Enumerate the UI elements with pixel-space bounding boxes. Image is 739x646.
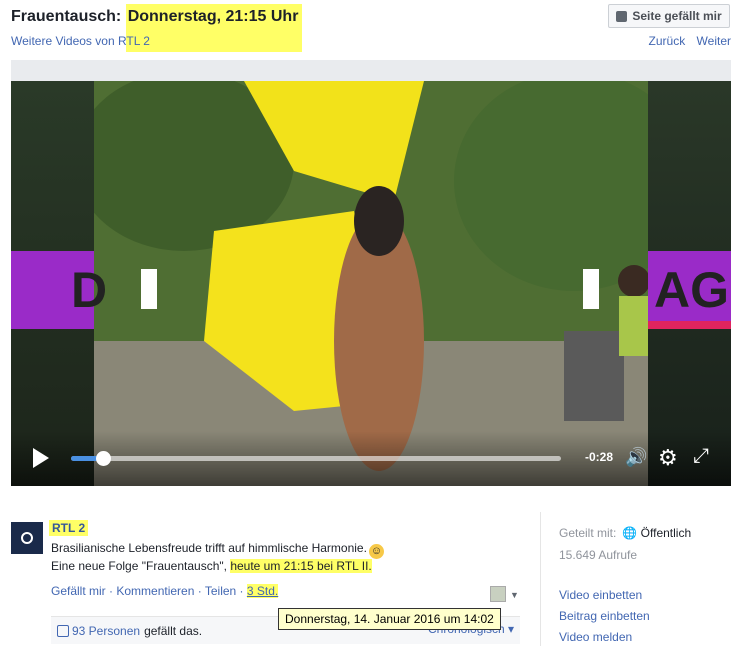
post-description-line1: Brasilianische Lebensfreude trifft auf h…	[51, 541, 384, 559]
like-action[interactable]: Gefällt mir	[51, 584, 106, 598]
nav-back-link[interactable]: Zurück	[649, 34, 686, 48]
view-count: 15.649 Aufrufe	[559, 548, 638, 562]
post-actions: Gefällt mir · Kommentieren · Teilen · 3 …	[51, 584, 279, 598]
likes-count-link[interactable]: 93 Personen	[72, 624, 140, 638]
nav-next-link[interactable]: Weiter	[697, 34, 731, 48]
dancer-scene	[94, 81, 648, 486]
play-icon[interactable]	[33, 448, 49, 468]
share-action[interactable]: Teilen	[205, 584, 236, 598]
embed-video-link[interactable]: Video einbetten	[559, 585, 650, 606]
gear-icon[interactable]: ⚙	[658, 445, 678, 471]
left-banner: D	[11, 251, 107, 329]
seek-bar[interactable]	[71, 451, 561, 466]
more-videos-link[interactable]: Weitere Videos von RTL 2	[11, 34, 150, 48]
video-frame	[94, 81, 648, 486]
right-marker	[583, 269, 599, 309]
sidebar-divider	[540, 512, 541, 646]
embed-post-link[interactable]: Beitrag einbetten	[559, 606, 650, 627]
shared-with: Geteilt mit: 🌐 Öffentlich	[559, 526, 692, 540]
volume-icon[interactable]: 🔊	[625, 447, 647, 468]
fullscreen-icon[interactable]: ⤢	[693, 445, 709, 468]
avatar[interactable]	[11, 522, 43, 554]
thumbs-up-icon	[57, 624, 69, 637]
comment-action[interactable]: Kommentieren	[116, 584, 194, 598]
like-page-button[interactable]: Seite gefällt mir	[608, 4, 730, 28]
globe-icon: 🌐	[622, 526, 638, 540]
smiley-icon: ☺	[368, 544, 384, 559]
sidebar-links: Video einbetten Beitrag einbetten Video …	[559, 585, 650, 646]
post-description-line2: Eine neue Folge "Frauentausch", heute um…	[51, 559, 372, 573]
left-marker	[141, 269, 157, 309]
chevron-down-icon[interactable]: ▼	[510, 590, 519, 600]
timestamp-link[interactable]: 3 Std.	[246, 584, 279, 598]
time-remaining: -0:28	[585, 450, 614, 464]
video-player[interactable]: D AG -0:28 🔊 ⚙ ⤢	[11, 81, 731, 486]
like-page-label: Seite gefällt mir	[632, 9, 722, 23]
broadcast-time-highlight: heute um 21:15 bei RTL II.	[230, 559, 372, 573]
thumbs-up-icon	[616, 10, 628, 22]
report-video-link[interactable]: Video melden	[559, 627, 650, 646]
page-name-link[interactable]: RTL 2	[49, 520, 89, 536]
title-highlight: Donnerstag, 21:15 Uhr	[125, 4, 303, 52]
timestamp-tooltip: Donnerstag, 14. Januar 2016 um 14:02	[278, 608, 501, 630]
video-nav: Zurück Weiter	[641, 34, 731, 48]
likes-suffix: gefällt das.	[144, 623, 203, 638]
reaction-thumbnail[interactable]	[490, 586, 506, 602]
player-controls: -0:28 🔊 ⚙ ⤢	[11, 431, 731, 486]
rtl-logo-icon	[21, 532, 33, 544]
right-banner: AG	[648, 251, 731, 329]
seek-handle[interactable]	[95, 451, 111, 466]
title-prefix: Frauentausch:	[11, 8, 122, 25]
